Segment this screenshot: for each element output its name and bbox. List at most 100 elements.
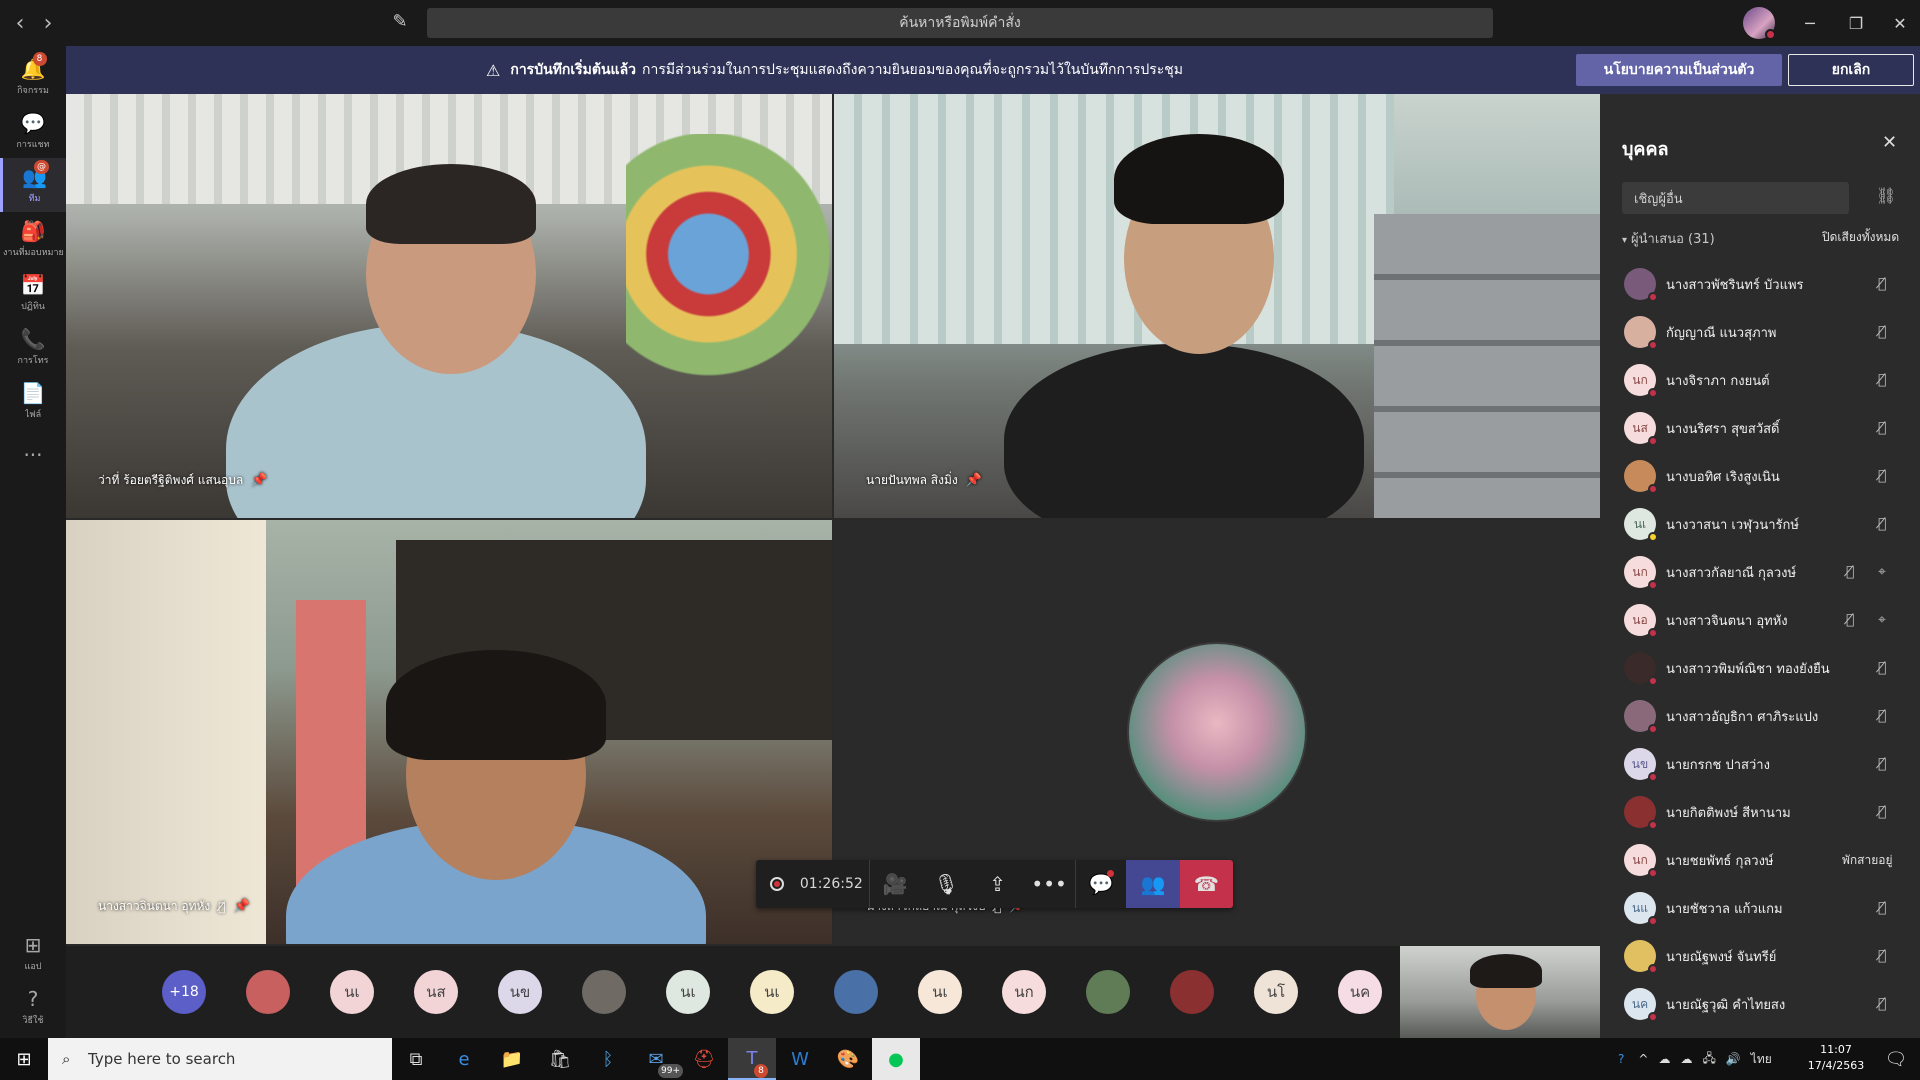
file-explorer-icon[interactable]: 📁 bbox=[488, 1038, 536, 1080]
more-actions-button[interactable]: ••• bbox=[1023, 860, 1074, 908]
compose-icon[interactable]: ✎ bbox=[388, 11, 412, 35]
gallery-avatar[interactable]: นเ bbox=[918, 970, 962, 1014]
taskbar-clock[interactable]: 11:07 17/4/2563 bbox=[1806, 1042, 1866, 1074]
rail-item-files[interactable]: 📄 ไฟล์ bbox=[0, 374, 66, 428]
participant-row[interactable]: นส นางนริศรา สุขสวัสดิ์ 🎙̸ bbox=[1600, 404, 1920, 452]
participant-row[interactable]: นายณัฐพงษ์ จันทรีย์ 🎙̸ bbox=[1600, 932, 1920, 980]
privacy-policy-button[interactable]: นโยบายความเป็นส่วนตัว bbox=[1576, 54, 1782, 86]
mic-muted-icon[interactable]: 🎙̸ bbox=[1846, 612, 1854, 628]
microphone-button[interactable]: 🎙 bbox=[921, 860, 972, 908]
participant-row[interactable]: นายกิตติพงษ์ สีหานาม 🎙̸ bbox=[1600, 788, 1920, 836]
volume-icon[interactable]: 🔊 bbox=[1726, 1052, 1741, 1066]
mic-muted-icon[interactable]: 🎙̸ bbox=[1878, 324, 1886, 340]
gallery-avatar[interactable] bbox=[582, 970, 626, 1014]
video-tile[interactable]: ว่าที่ ร้อยตรีฐิติพงศ์ แสนอุบล 📌 bbox=[66, 94, 832, 518]
chat-button[interactable]: 💬 bbox=[1074, 860, 1126, 908]
close-window-button[interactable]: ✕ bbox=[1880, 8, 1920, 38]
mic-muted-icon[interactable]: 🎙̸ bbox=[1878, 372, 1886, 388]
bluetooth-app-icon[interactable]: ᛒ bbox=[584, 1038, 632, 1080]
video-tile[interactable]: นางสาวจินตนา อุทหัง 🎙̸ 📌 bbox=[66, 520, 832, 944]
unpin-icon[interactable]: ⌖ bbox=[1878, 564, 1886, 580]
gallery-avatar[interactable] bbox=[1086, 970, 1130, 1014]
rail-item-assignments[interactable]: 🎒 งานที่มอบหมาย bbox=[0, 212, 66, 266]
mic-muted-icon[interactable]: 🎙̸ bbox=[1878, 516, 1886, 532]
mic-muted-icon[interactable]: 🎙̸ bbox=[1878, 900, 1886, 916]
gallery-avatar[interactable]: นเ bbox=[330, 970, 374, 1014]
participant-row[interactable]: นค นายณัฐวุฒิ คำไทยสง 🎙̸ bbox=[1600, 980, 1920, 1028]
rail-item-activity[interactable]: 🔔 8 กิจกรรม bbox=[0, 50, 66, 104]
hang-up-button[interactable]: ☎ bbox=[1179, 860, 1233, 908]
participant-row[interactable]: นางบอทิศ เริงสูงเนิน 🎙̸ bbox=[1600, 452, 1920, 500]
back-arrow-icon[interactable]: ‹ bbox=[6, 9, 34, 37]
input-language[interactable]: ไทย bbox=[1751, 1050, 1772, 1069]
rail-item-calendar[interactable]: 📅 ปฏิทิน bbox=[0, 266, 66, 320]
cloud-icon[interactable]: ☁ bbox=[1680, 1052, 1692, 1066]
onedrive-icon[interactable]: ☁ bbox=[1658, 1052, 1670, 1066]
more-participants-button[interactable]: +18 bbox=[162, 970, 206, 1014]
gallery-avatar[interactable] bbox=[1170, 970, 1214, 1014]
task-view-icon[interactable]: ⧉ bbox=[392, 1038, 440, 1080]
rail-item-apps[interactable]: ⊞ แอป bbox=[0, 926, 66, 980]
dismiss-banner-button[interactable]: ยกเลิก bbox=[1788, 54, 1914, 86]
rail-item-calls[interactable]: 📞 การโทร bbox=[0, 320, 66, 374]
mic-muted-icon[interactable]: 🎙̸ bbox=[1878, 756, 1886, 772]
unpin-icon[interactable]: ⌖ bbox=[1878, 612, 1886, 628]
line-app-icon[interactable]: ● bbox=[872, 1038, 920, 1080]
gallery-avatar[interactable]: นส bbox=[414, 970, 458, 1014]
store-icon[interactable]: 🛍 bbox=[536, 1038, 584, 1080]
mic-muted-icon[interactable]: 🎙̸ bbox=[1878, 804, 1886, 820]
participant-row[interactable]: นเ นางวาสนา เวฬุวนารักษ์ 🎙̸ bbox=[1600, 500, 1920, 548]
minimize-button[interactable]: ─ bbox=[1790, 8, 1830, 38]
mic-muted-icon[interactable]: 🎙̸ bbox=[1878, 276, 1886, 292]
invite-input[interactable]: เชิญผู้อื่น bbox=[1622, 182, 1849, 214]
antivirus-icon[interactable]: ⛑ bbox=[680, 1038, 728, 1080]
profile-avatar[interactable] bbox=[1743, 7, 1776, 40]
participant-row[interactable]: นอ นางสาวจินตนา อุทหัง 🎙̸ ⌖ bbox=[1600, 596, 1920, 644]
command-search-input[interactable]: ค้นหาหรือพิมพ์คำสั่ง bbox=[427, 8, 1493, 38]
rail-item-teams[interactable]: 👥 @ ทีม bbox=[0, 158, 66, 212]
rail-item-help[interactable]: ? วิธีใช้ bbox=[0, 980, 66, 1034]
close-panel-icon[interactable]: ✕ bbox=[1882, 132, 1897, 153]
participant-row[interactable]: นก นางจิราภา กงยนต์ 🎙̸ bbox=[1600, 356, 1920, 404]
gallery-avatar[interactable] bbox=[834, 970, 878, 1014]
restore-button[interactable]: ❐ bbox=[1836, 8, 1876, 38]
edge-icon[interactable]: e bbox=[440, 1038, 488, 1080]
taskbar-search-input[interactable]: ⌕ Type here to search bbox=[48, 1038, 392, 1080]
self-view-video[interactable] bbox=[1400, 946, 1600, 1038]
participant-row[interactable]: นก นางสาวกัลยาณี กุลวงษ์ 🎙̸ ⌖ bbox=[1600, 548, 1920, 596]
participant-row[interactable]: นแ นายชัชวาล แก้วแกม 🎙̸ bbox=[1600, 884, 1920, 932]
forward-arrow-icon[interactable]: › bbox=[34, 9, 62, 37]
participant-row[interactable]: นก นายชยพัทธ์ กุลวงษ์ พักสายอยู่ bbox=[1600, 836, 1920, 884]
share-link-icon[interactable]: ⛓ bbox=[1876, 186, 1896, 205]
presenters-section-header[interactable]: ▾ ผู้นำเสนอ (31) bbox=[1622, 228, 1715, 249]
video-tile[interactable]: นายปันทพล สิงมิ่ง 📌 bbox=[834, 94, 1600, 518]
mic-muted-icon[interactable]: 🎙̸ bbox=[1846, 564, 1854, 580]
teams-taskbar-icon[interactable]: T8 bbox=[728, 1038, 776, 1080]
gallery-avatar[interactable] bbox=[246, 970, 290, 1014]
help-tray-icon[interactable]: ? bbox=[1618, 1052, 1624, 1066]
paint-icon[interactable]: 🎨 bbox=[824, 1038, 872, 1080]
share-screen-button[interactable]: ⇪ bbox=[972, 860, 1023, 908]
mic-muted-icon[interactable]: 🎙̸ bbox=[1878, 996, 1886, 1012]
participant-row[interactable]: กัญญาณี แนวสุภาพ 🎙̸ bbox=[1600, 308, 1920, 356]
rail-item-chat[interactable]: 💬 การแชท bbox=[0, 104, 66, 158]
gallery-avatar[interactable]: นค bbox=[1338, 970, 1382, 1014]
network-icon[interactable]: 🖧 bbox=[1702, 1049, 1715, 1070]
mute-all-button[interactable]: ปิดเสียงทั้งหมด bbox=[1822, 228, 1899, 247]
camera-button[interactable]: 🎥 bbox=[869, 860, 920, 908]
participant-row[interactable]: นข นายกรกช ปาสว่าง 🎙̸ bbox=[1600, 740, 1920, 788]
gallery-avatar[interactable]: นเ bbox=[666, 970, 710, 1014]
gallery-avatar[interactable]: นเ bbox=[750, 970, 794, 1014]
participant-row[interactable]: นางสาวพัชรินทร์ บัวแพร 🎙̸ bbox=[1600, 260, 1920, 308]
start-button[interactable]: ⊞ bbox=[0, 1038, 48, 1080]
gallery-avatar[interactable]: นก bbox=[1002, 970, 1046, 1014]
mic-muted-icon[interactable]: 🎙̸ bbox=[1878, 948, 1886, 964]
participant-row[interactable]: นางสาววพิมพ์ณิชา ทองยังยืน 🎙̸ bbox=[1600, 644, 1920, 692]
gallery-avatar[interactable]: นข bbox=[498, 970, 542, 1014]
participants-button[interactable]: 👥 bbox=[1126, 860, 1180, 908]
participant-row[interactable]: นางสาวอัญธิกา ศาภิระแปง 🎙̸ bbox=[1600, 692, 1920, 740]
mic-muted-icon[interactable]: 🎙̸ bbox=[1878, 660, 1886, 676]
mic-muted-icon[interactable]: 🎙̸ bbox=[1878, 708, 1886, 724]
chevron-up-icon[interactable]: ^ bbox=[1638, 1052, 1648, 1066]
mic-muted-icon[interactable]: 🎙̸ bbox=[1878, 468, 1886, 484]
